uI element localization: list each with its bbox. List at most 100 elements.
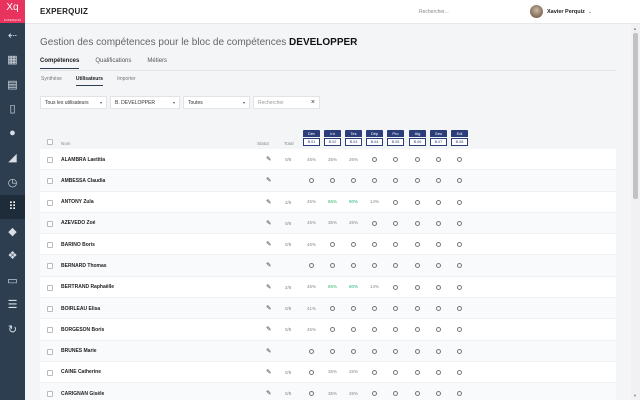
empty-circle-icon[interactable] (366, 220, 383, 227)
empty-circle-icon[interactable] (409, 327, 426, 334)
competence-score[interactable]: 26% (345, 391, 362, 396)
sidebar-item-chart[interactable]: ◢ (0, 146, 25, 171)
block-filter-select[interactable]: B. DEVELOPPER ▾ (110, 96, 180, 109)
clear-icon[interactable]: × (311, 99, 315, 106)
user-name-cell[interactable]: ALAMBRA Laetitia (61, 157, 105, 163)
competence-header[interactable]: Dév B.01 (303, 130, 320, 146)
empty-circle-icon[interactable] (409, 242, 426, 249)
competence-score[interactable]: 45% (303, 220, 320, 225)
competence-score[interactable]: 26% (345, 220, 362, 225)
empty-circle-icon[interactable] (324, 306, 341, 313)
sidebar-item-sync[interactable]: ↻ (0, 317, 25, 342)
edit-pencil-icon[interactable]: ✎ (266, 176, 271, 184)
empty-circle-icon[interactable] (366, 348, 383, 355)
edit-pencil-icon[interactable]: ✎ (266, 389, 271, 397)
empty-circle-icon[interactable] (387, 391, 404, 398)
competence-score[interactable]: 45% (303, 199, 320, 204)
empty-circle-icon[interactable] (387, 284, 404, 291)
user-name-cell[interactable]: BORGESON Boris (61, 327, 104, 333)
empty-circle-icon[interactable] (324, 327, 341, 334)
empty-circle-icon[interactable] (345, 327, 362, 334)
empty-circle-icon[interactable] (430, 263, 447, 270)
sidebar-item-file[interactable]: ▯ (0, 97, 25, 122)
empty-circle-icon[interactable] (324, 263, 341, 270)
row-checkbox[interactable] (47, 242, 53, 249)
competence-score[interactable]: 26% (345, 369, 362, 374)
empty-circle-icon[interactable] (451, 178, 468, 185)
competence-header[interactable]: Int B.02 (324, 130, 341, 146)
empty-circle-icon[interactable] (324, 178, 341, 185)
empty-circle-icon[interactable] (409, 369, 426, 376)
select-all-checkbox[interactable] (47, 139, 53, 145)
empty-circle-icon[interactable] (430, 199, 447, 206)
competence-score[interactable]: 35% (324, 391, 341, 396)
empty-circle-icon[interactable] (366, 327, 383, 334)
empty-circle-icon[interactable] (303, 391, 320, 398)
users-filter-select[interactable]: Tous les utilisateurs ▾ (40, 96, 107, 109)
edit-pencil-icon[interactable]: ✎ (266, 219, 271, 227)
row-checkbox[interactable] (47, 306, 53, 313)
empty-circle-icon[interactable] (387, 242, 404, 249)
empty-circle-icon[interactable] (409, 157, 426, 164)
user-name-cell[interactable]: BRUNES Marie (61, 348, 97, 354)
row-checkbox[interactable] (47, 369, 53, 376)
empty-circle-icon[interactable] (303, 178, 320, 185)
user-name-cell[interactable]: BOIRLEAU Elisa (61, 306, 100, 312)
row-checkbox[interactable] (47, 199, 53, 206)
sidebar-item-clock[interactable]: ◷ (0, 170, 25, 195)
empty-circle-icon[interactable] (345, 242, 362, 249)
empty-circle-icon[interactable] (409, 391, 426, 398)
user-name-cell[interactable]: ANTONY Zula (61, 199, 94, 205)
empty-circle-icon[interactable] (451, 306, 468, 313)
user-name-cell[interactable]: BARINO Boris (61, 242, 95, 248)
table-search-input[interactable]: Rechercher × (253, 96, 320, 109)
sidebar-item-list[interactable]: ☰ (0, 293, 25, 318)
competence-score[interactable]: 45% (303, 157, 320, 162)
edit-pencil-icon[interactable]: ✎ (266, 240, 271, 248)
empty-circle-icon[interactable] (366, 242, 383, 249)
sidebar-item-user[interactable]: ● (0, 121, 25, 146)
empty-circle-icon[interactable] (366, 306, 383, 313)
competence-score[interactable]: 80% (345, 284, 362, 289)
empty-circle-icon[interactable] (387, 348, 404, 355)
empty-circle-icon[interactable] (345, 306, 362, 313)
empty-circle-icon[interactable] (451, 220, 468, 227)
edit-pencil-icon[interactable]: ✎ (266, 198, 271, 206)
edit-pencil-icon[interactable]: ✎ (266, 347, 271, 355)
tab-competences[interactable]: Compétences (40, 58, 80, 69)
row-checkbox[interactable] (47, 348, 53, 355)
empty-circle-icon[interactable] (430, 369, 447, 376)
row-checkbox[interactable] (47, 220, 53, 227)
competence-score[interactable]: 35% (324, 157, 341, 162)
empty-circle-icon[interactable] (324, 242, 341, 249)
empty-circle-icon[interactable] (303, 369, 320, 376)
empty-circle-icon[interactable] (451, 284, 468, 291)
empty-circle-icon[interactable] (451, 157, 468, 164)
subtab-synthese[interactable]: Synthèse (41, 76, 62, 86)
empty-circle-icon[interactable] (366, 157, 383, 164)
sidebar-item-dashboard[interactable]: ▦ (0, 48, 25, 73)
row-checkbox[interactable] (47, 263, 53, 270)
row-checkbox[interactable] (47, 284, 53, 291)
header-search[interactable]: Rechercher... (419, 9, 449, 15)
competence-score[interactable]: 14% (366, 284, 383, 289)
empty-circle-icon[interactable] (409, 220, 426, 227)
user-name-cell[interactable]: CAINE Catherine (61, 369, 101, 375)
empty-circle-icon[interactable] (409, 263, 426, 270)
scroll-up-icon[interactable]: ▲ (633, 26, 637, 31)
user-name-cell[interactable]: CARIGNAN Gisèle (61, 391, 104, 397)
competence-score[interactable]: 35% (324, 220, 341, 225)
empty-circle-icon[interactable] (345, 263, 362, 270)
competence-score[interactable]: 80% (345, 199, 362, 204)
empty-circle-icon[interactable] (345, 178, 362, 185)
scroll-down-icon[interactable]: ▼ (633, 393, 637, 398)
empty-circle-icon[interactable] (387, 178, 404, 185)
empty-circle-icon[interactable] (451, 327, 468, 334)
competence-header[interactable]: Tes B.03 (345, 130, 362, 146)
empty-circle-icon[interactable] (387, 157, 404, 164)
user-menu[interactable]: Xavier Perquiz ⌄ (530, 5, 592, 18)
edit-pencil-icon[interactable]: ✎ (266, 304, 271, 312)
edit-pencil-icon[interactable]: ✎ (266, 368, 271, 376)
tab-qualifications[interactable]: Qualifications (95, 58, 131, 69)
empty-circle-icon[interactable] (366, 263, 383, 270)
